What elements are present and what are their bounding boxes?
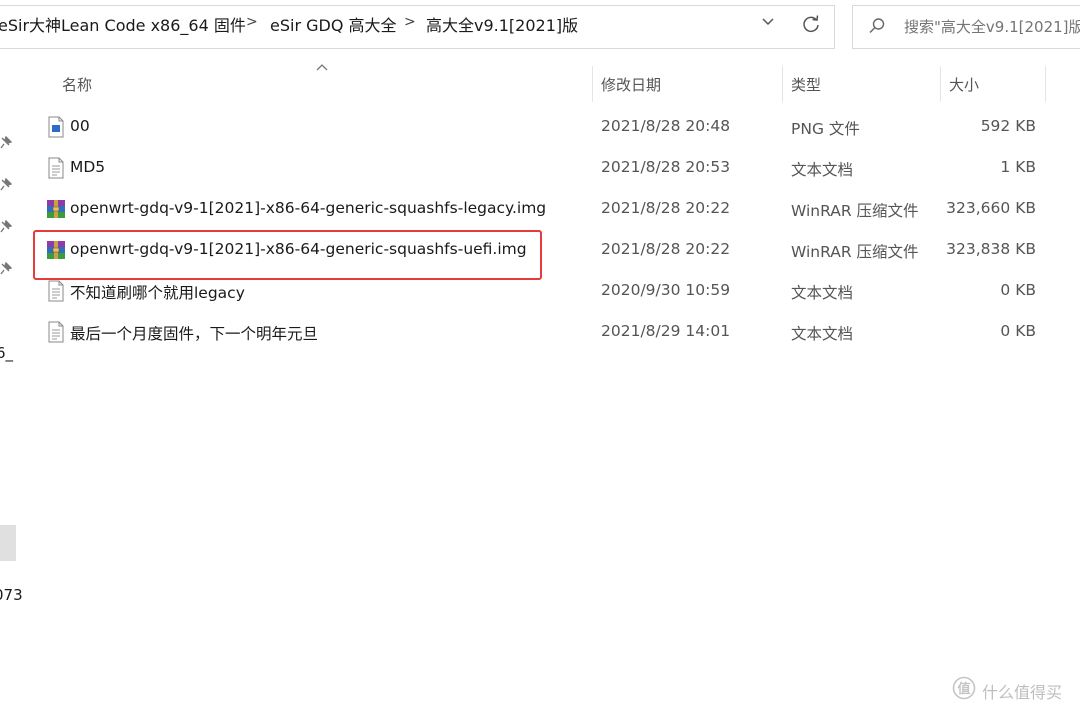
file-name[interactable]: 00 — [70, 117, 90, 135]
file-size: 0 KB — [1000, 322, 1036, 340]
breadcrumb-item[interactable]: 高大全v9.1[2021]版 — [426, 12, 578, 36]
png-file-icon — [48, 116, 64, 138]
breadcrumb-item[interactable]: eSir大神Lean Code x86_64 固件 — [0, 12, 246, 36]
file-name[interactable]: openwrt-gdq-v9-1[2021]-x86-64-generic-sq… — [70, 199, 546, 217]
file-type: 文本文档 — [791, 325, 854, 343]
breadcrumb-item[interactable]: eSir GDQ 高大全 — [270, 12, 397, 36]
column-header-date[interactable]: 修改日期 — [601, 74, 661, 106]
search-icon — [869, 18, 885, 33]
file-size: 323,660 KB — [946, 199, 1036, 217]
file-date: 2021/8/28 20:48 — [601, 117, 731, 135]
chevron-down-icon[interactable] — [760, 14, 776, 30]
column-header-size[interactable]: 大小 — [949, 74, 979, 106]
file-type: PNG 文件 — [791, 120, 860, 138]
file-type: WinRAR 压缩文件 — [791, 243, 919, 261]
watermark-text: 什么值得买 — [982, 683, 1063, 702]
file-date: 2021/8/28 20:53 — [601, 158, 731, 176]
file-date: 2020/9/30 10:59 — [601, 281, 731, 299]
text-file-icon — [48, 157, 64, 179]
column-divider[interactable] — [592, 66, 593, 102]
file-name[interactable]: MD5 — [70, 158, 105, 176]
column-header-type[interactable]: 类型 — [791, 74, 821, 106]
file-name[interactable]: 不知道刷哪个就用legacy — [70, 281, 245, 303]
file-date: 2021/8/29 14:01 — [601, 322, 731, 340]
file-row[interactable]: openwrt-gdq-v9-1[2021]-x86-64-generic-sq… — [36, 189, 1046, 229]
file-type: 文本文档 — [791, 161, 854, 179]
svg-text:值: 值 — [957, 681, 970, 697]
file-date: 2021/8/28 20:22 — [601, 199, 731, 217]
breadcrumb-separator[interactable]: > — [404, 14, 416, 30]
file-type: 文本文档 — [791, 284, 854, 302]
column-divider[interactable] — [782, 66, 783, 102]
text-file-icon — [48, 321, 64, 343]
pin-icon[interactable] — [0, 136, 12, 150]
nav-item-label[interactable]: 073 — [0, 586, 23, 604]
file-size: 592 KB — [980, 117, 1036, 135]
smzdm-logo-icon: 值 — [952, 676, 976, 700]
nav-item-selected[interactable] — [0, 525, 16, 561]
file-size: 323,838 KB — [946, 240, 1036, 258]
column-divider[interactable] — [1045, 66, 1046, 102]
file-row[interactable]: MD5 2021/8/28 20:53 文本文档 1 KB — [36, 148, 1046, 188]
breadcrumb-separator[interactable]: > — [246, 14, 258, 30]
file-date: 2021/8/28 20:22 — [601, 240, 731, 258]
refresh-icon[interactable] — [800, 13, 822, 35]
file-row[interactable]: 00 2021/8/28 20:48 PNG 文件 592 KB — [36, 107, 1046, 147]
column-divider[interactable] — [940, 66, 941, 102]
pin-icon[interactable] — [0, 262, 12, 276]
watermark: 值 什么值得买 — [952, 676, 1072, 702]
highlight-annotation — [33, 230, 542, 280]
text-file-icon — [48, 280, 64, 302]
column-header-name[interactable]: 名称 — [62, 74, 92, 106]
winrar-archive-icon — [47, 200, 65, 218]
file-name[interactable]: 最后一个月度固件，下一个明年元旦 — [70, 322, 318, 344]
search-input[interactable] — [904, 16, 1080, 38]
file-row[interactable]: 最后一个月度固件，下一个明年元旦 2021/8/29 14:01 文本文档 0 … — [36, 312, 1046, 352]
file-size: 1 KB — [1000, 158, 1036, 176]
sort-ascending-icon — [316, 64, 328, 71]
pin-icon[interactable] — [0, 220, 12, 234]
file-type: WinRAR 压缩文件 — [791, 202, 919, 220]
file-size: 0 KB — [1000, 281, 1036, 299]
pin-icon[interactable] — [0, 178, 12, 192]
nav-item-label[interactable]: 6_ — [0, 344, 13, 362]
